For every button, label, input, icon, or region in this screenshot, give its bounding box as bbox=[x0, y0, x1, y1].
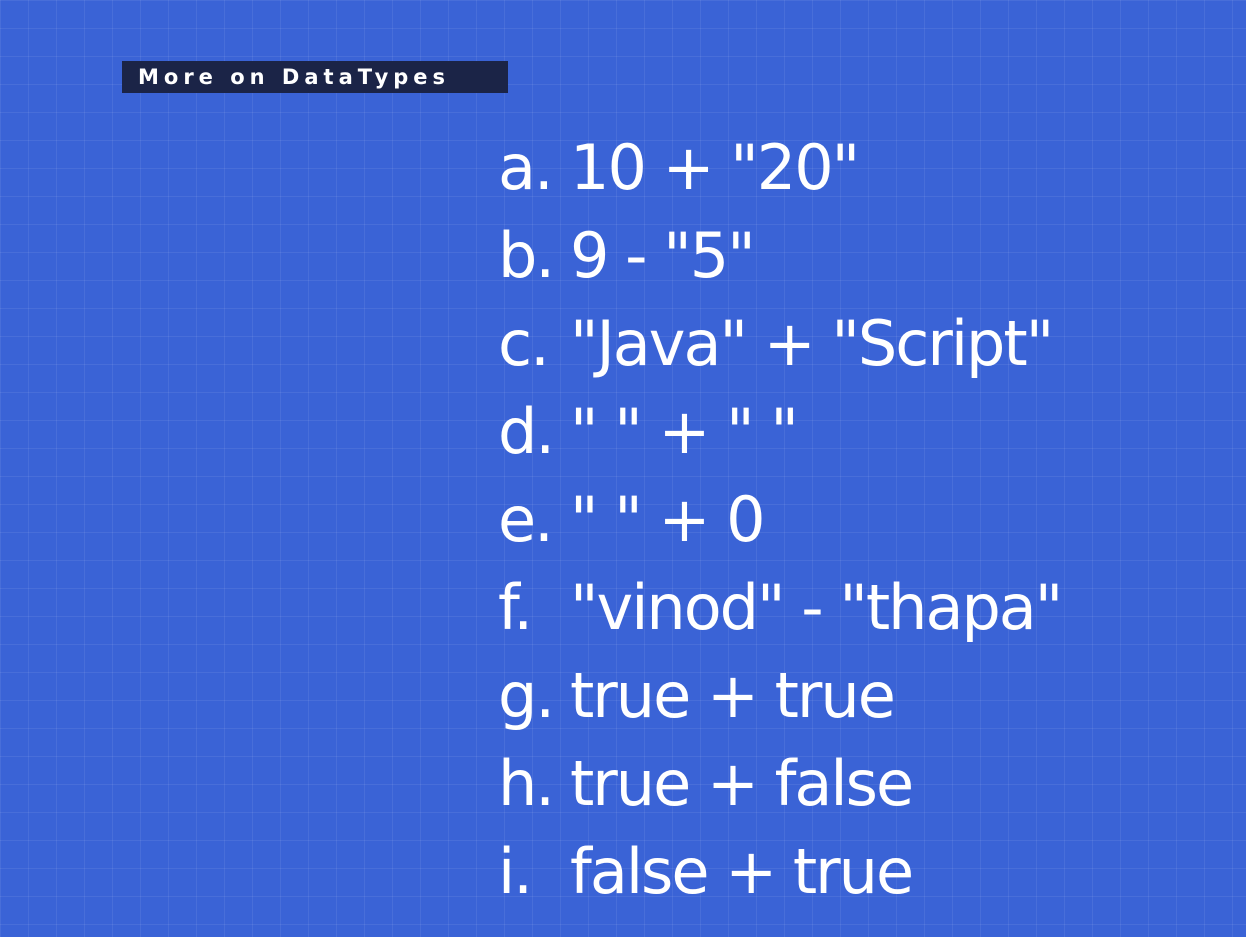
expression-list: a. 10 + "20" b. 9 - "5" c. "Java" + "Scr… bbox=[498, 123, 1228, 915]
item-marker: g. bbox=[498, 658, 555, 732]
item-expression: "vinod" - "thapa" bbox=[570, 570, 1063, 644]
list-item: b. 9 - "5" bbox=[498, 211, 1228, 299]
item-expression: true + false bbox=[570, 746, 914, 820]
item-marker: c. bbox=[498, 306, 550, 380]
item-marker: h. bbox=[498, 746, 555, 820]
item-marker: d. bbox=[498, 394, 555, 468]
item-marker: e. bbox=[498, 482, 554, 556]
item-expression: 9 - "5" bbox=[570, 218, 756, 292]
section-tag: More on DataTypes bbox=[122, 61, 508, 93]
item-marker: b. bbox=[498, 218, 555, 292]
item-expression: " " + " " bbox=[570, 394, 799, 468]
list-item: i. false + true bbox=[498, 827, 1228, 915]
item-marker: a. bbox=[498, 130, 554, 204]
item-expression: false + true bbox=[570, 834, 914, 908]
list-item: h. true + false bbox=[498, 739, 1228, 827]
item-expression: 10 + "20" bbox=[570, 130, 860, 204]
item-marker: i. bbox=[498, 834, 533, 908]
item-marker: f. bbox=[498, 570, 533, 644]
list-item: f. "vinod" - "thapa" bbox=[498, 563, 1228, 651]
list-item: d. " " + " " bbox=[498, 387, 1228, 475]
item-expression: " " + 0 bbox=[570, 482, 766, 556]
item-expression: true + true bbox=[570, 658, 896, 732]
slide: More on DataTypes a. 10 + "20" b. 9 - "5… bbox=[0, 0, 1246, 937]
list-item: e. " " + 0 bbox=[498, 475, 1228, 563]
list-item: c. "Java" + "Script" bbox=[498, 299, 1228, 387]
item-expression: "Java" + "Script" bbox=[570, 306, 1054, 380]
list-item: a. 10 + "20" bbox=[498, 123, 1228, 211]
list-item: g. true + true bbox=[498, 651, 1228, 739]
